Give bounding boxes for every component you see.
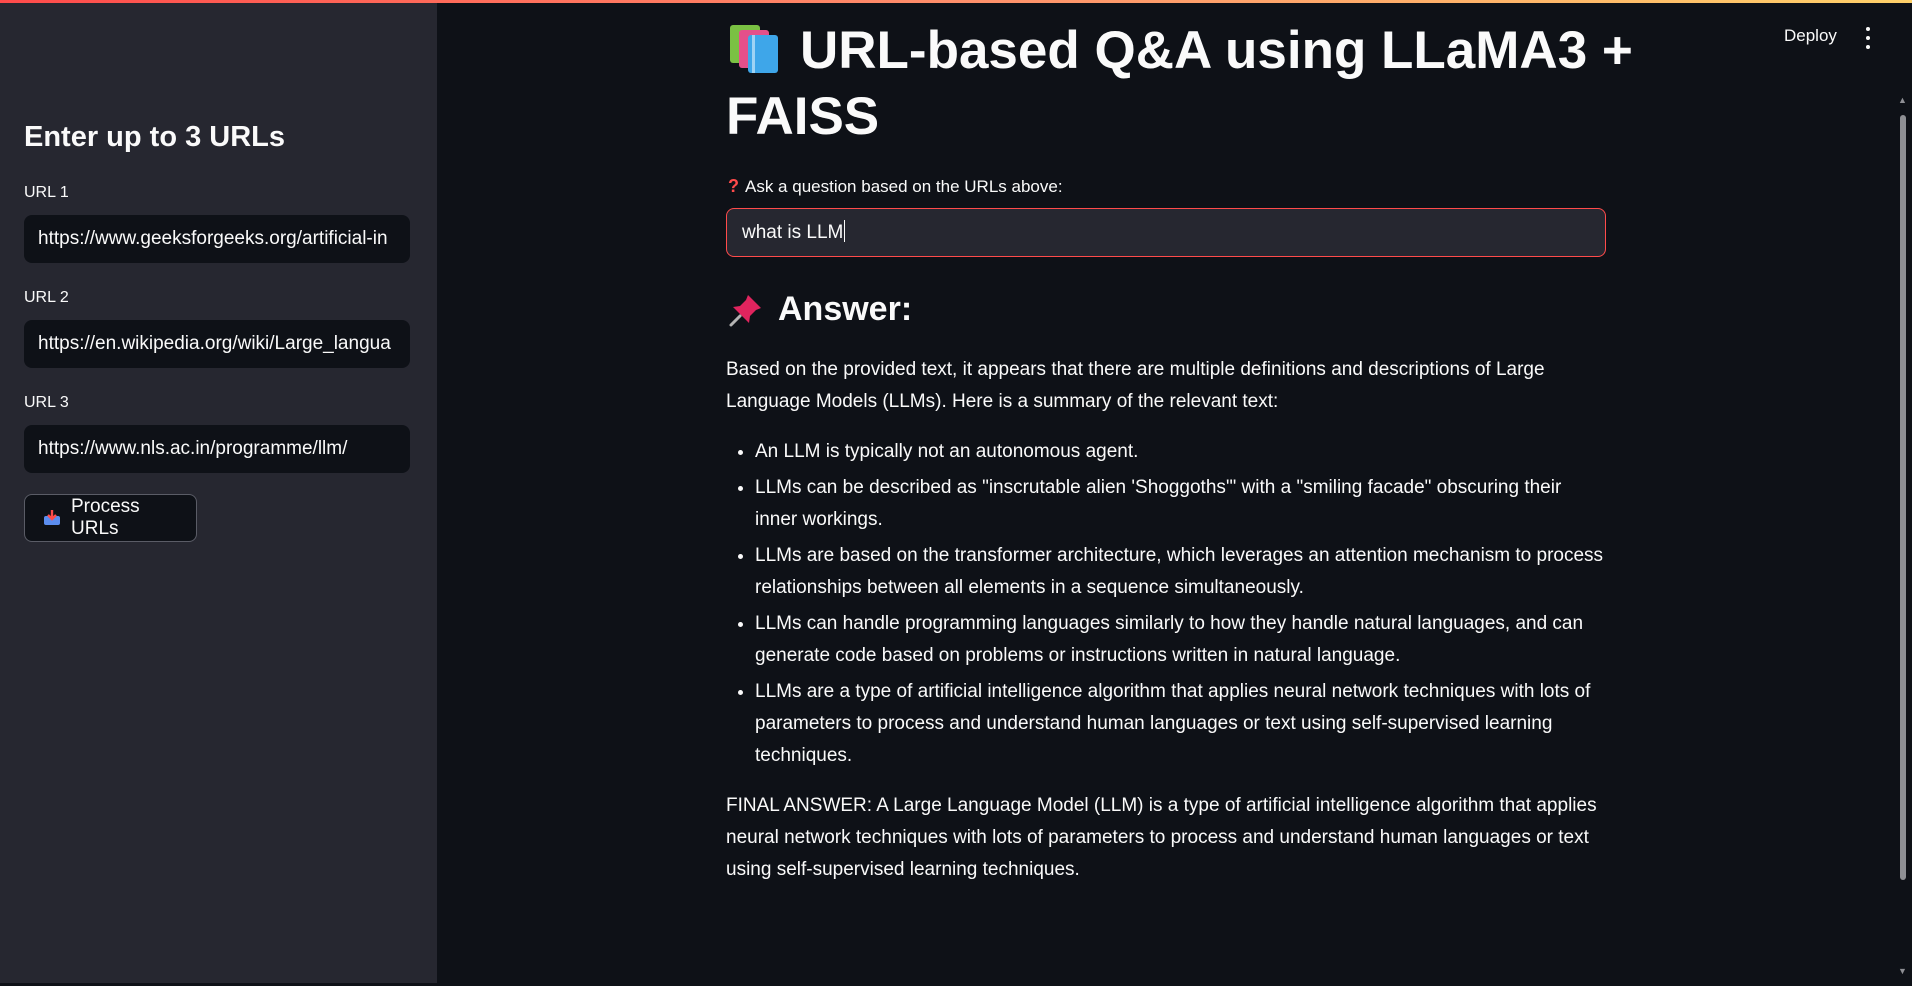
answer-heading: Answer: xyxy=(728,290,912,329)
question-label: ? Ask a question based on the URLs above… xyxy=(728,176,1063,197)
deploy-button[interactable]: Deploy xyxy=(1784,26,1837,46)
url-3-label: URL 3 xyxy=(24,394,69,411)
question-label-text: Ask a question based on the URLs above: xyxy=(745,176,1063,196)
answer-bullet: LLMs can handle programming languages si… xyxy=(755,608,1606,672)
books-icon xyxy=(726,22,784,74)
answer-bullet-list: An LLM is typically not an autonomous ag… xyxy=(726,436,1606,772)
answer-bullet: An LLM is typically not an autonomous ag… xyxy=(755,436,1606,468)
answer-bullet: LLMs can be described as "inscrutable al… xyxy=(755,472,1606,536)
final-answer: FINAL ANSWER: A Large Language Model (LL… xyxy=(726,795,1597,880)
page-title: URL-based Q&A using LLaMA3 + FAISS xyxy=(726,18,1646,150)
url-1-label: URL 1 xyxy=(24,184,69,201)
answer-bullet: LLMs are based on the transformer archit… xyxy=(755,540,1606,604)
url-2-label: URL 2 xyxy=(24,289,69,306)
scroll-down-arrow[interactable]: ▼ xyxy=(1898,966,1907,976)
url-2-input[interactable]: https://en.wikipedia.org/wiki/Large_lang… xyxy=(24,320,410,368)
answer-bullet: LLMs are a type of artificial intelligen… xyxy=(755,676,1606,772)
main-scrollbar[interactable] xyxy=(1900,115,1906,880)
question-mark-icon: ? xyxy=(728,176,739,196)
sidebar: Enter up to 3 URLs URL 1 https://www.gee… xyxy=(0,3,437,983)
page-title-text: URL-based Q&A using LLaMA3 + FAISS xyxy=(726,21,1633,146)
scroll-up-arrow[interactable]: ▲ xyxy=(1898,95,1907,105)
answer-heading-text: Answer: xyxy=(778,290,913,328)
process-urls-button[interactable]: Process URLs xyxy=(24,494,197,542)
url-1-input[interactable]: https://www.geeksforgeeks.org/artificial… xyxy=(24,215,410,263)
question-input-value: what is LLM xyxy=(742,222,844,243)
more-vertical-icon[interactable] xyxy=(1862,27,1874,49)
sidebar-heading: Enter up to 3 URLs xyxy=(24,121,286,153)
inbox-tray-icon xyxy=(43,510,61,526)
answer-intro: Based on the provided text, it appears t… xyxy=(726,359,1545,412)
url-3-input[interactable]: https://www.nls.ac.in/programme/llm/ xyxy=(24,425,410,473)
question-input[interactable]: what is LLM xyxy=(726,208,1606,257)
text-cursor xyxy=(844,220,846,242)
process-urls-label: Process URLs xyxy=(71,496,140,539)
pushpin-icon xyxy=(728,292,764,328)
answer-content: Based on the provided text, it appears t… xyxy=(726,354,1606,886)
